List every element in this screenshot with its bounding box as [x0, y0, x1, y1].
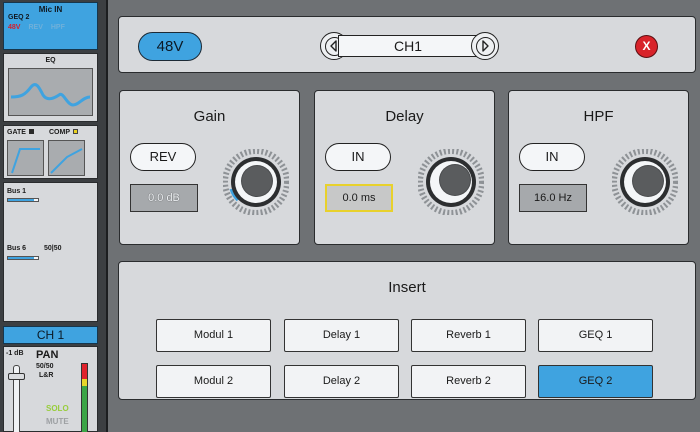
insert-slot-reverb-2[interactable]: Reverb 2 [411, 365, 526, 398]
bus-6-level-bar [7, 256, 39, 260]
insert-slot-modul-1[interactable]: Modul 1 [156, 319, 271, 352]
channel-label[interactable]: CH 1 [3, 326, 98, 344]
level-meter [81, 363, 88, 432]
input-source-box[interactable]: Mic IN GEQ 2 48V REV HPF [3, 2, 98, 50]
hpf-flag: HPF [50, 24, 65, 31]
fader-section: -1 dB PAN 50/50 L&R SOLO MUTE [3, 346, 98, 432]
insert-slot-delay-2[interactable]: Delay 2 [284, 365, 399, 398]
close-icon: X [642, 39, 651, 53]
input-source-label: Mic IN [38, 5, 63, 14]
bus-6-label: Bus 6 [7, 245, 27, 252]
input-flags: 48V REV HPF [8, 24, 65, 31]
channel-strip: Mic IN GEQ 2 48V REV HPF EQ GATE COMP Bu… [0, 0, 108, 432]
bus-1-label: Bus 1 [7, 188, 27, 195]
insert-slot-delay-1[interactable]: Delay 1 [284, 319, 399, 352]
pan-value[interactable]: 50/50 [36, 363, 54, 370]
comp-led [73, 129, 78, 134]
delay-in-button[interactable]: IN [325, 143, 391, 171]
mute-button[interactable]: MUTE [46, 417, 69, 426]
channel-selector: CH1 [320, 32, 499, 60]
comp-curve-icon [48, 140, 85, 176]
gain-title: Gain [193, 108, 226, 125]
solo-button[interactable]: SOLO [46, 404, 69, 413]
channel-name-field[interactable]: CH1 [338, 35, 478, 57]
rev-flag: REV [28, 24, 43, 31]
hpf-title: HPF [583, 108, 614, 125]
hpf-panel: HPF IN 16.0 Hz [508, 90, 689, 245]
delay-value-readout[interactable]: 0.0 ms [325, 184, 393, 212]
bus-6-pan: 50|50 [44, 245, 62, 252]
eq-label: EQ [45, 57, 56, 64]
dynamics-box[interactable]: GATE COMP [3, 125, 98, 179]
bus-6-level-fill [8, 257, 34, 259]
gain-value-readout[interactable]: 0.0 dB [130, 184, 198, 212]
phantom-flag: 48V [8, 24, 21, 31]
gain-panel: Gain REV 0.0 dB [119, 90, 300, 245]
fader-db-readout: -1 dB [6, 350, 24, 357]
insert-slot-geq-1[interactable]: GEQ 1 [538, 319, 653, 352]
hpf-value-readout[interactable]: 16.0 Hz [519, 184, 587, 212]
rev-button[interactable]: REV [130, 143, 196, 171]
bus-1-level-fill [8, 199, 34, 201]
eq-box[interactable]: EQ [3, 53, 98, 122]
gate-curve-icon [7, 140, 44, 176]
delay-panel: Delay IN 0.0 ms [314, 90, 495, 245]
main-panel: 48V CH1 X Gain REV 0.0 dB Delay IN 0.0 m… [108, 0, 700, 432]
close-button[interactable]: X [635, 35, 658, 58]
delay-knob-icon[interactable] [418, 149, 484, 215]
hpf-in-button[interactable]: IN [519, 143, 585, 171]
insert-slot-modul-2[interactable]: Modul 2 [156, 365, 271, 398]
right-arrow-icon [475, 36, 495, 56]
insert-slot-geq-2[interactable]: GEQ 2 [538, 365, 653, 398]
eq-curve-icon [8, 68, 93, 116]
gain-knob-icon[interactable] [223, 149, 289, 215]
next-channel-button[interactable] [471, 32, 499, 60]
pan-label: PAN [36, 349, 59, 361]
comp-label: COMP [49, 129, 78, 136]
bus-1-level-bar [7, 198, 39, 202]
bus-sends-box[interactable]: Bus 1 Bus 6 50|50 [3, 182, 98, 322]
lr-assign-label: L&R [39, 372, 54, 379]
insert-panel: Insert Modul 1 Delay 1 Reverb 1 GEQ 1 Mo… [118, 261, 696, 400]
fader-handle[interactable] [8, 373, 25, 380]
gate-label: GATE [7, 129, 34, 136]
phantom-power-button[interactable]: 48V [138, 32, 202, 61]
gate-led [28, 129, 34, 134]
geq-assign-label: GEQ 2 [8, 14, 30, 21]
hpf-knob-icon[interactable] [612, 149, 678, 215]
insert-slot-reverb-1[interactable]: Reverb 1 [411, 319, 526, 352]
insert-title: Insert [388, 279, 426, 296]
delay-title: Delay [385, 108, 424, 125]
header-bar: 48V CH1 X [118, 16, 696, 73]
